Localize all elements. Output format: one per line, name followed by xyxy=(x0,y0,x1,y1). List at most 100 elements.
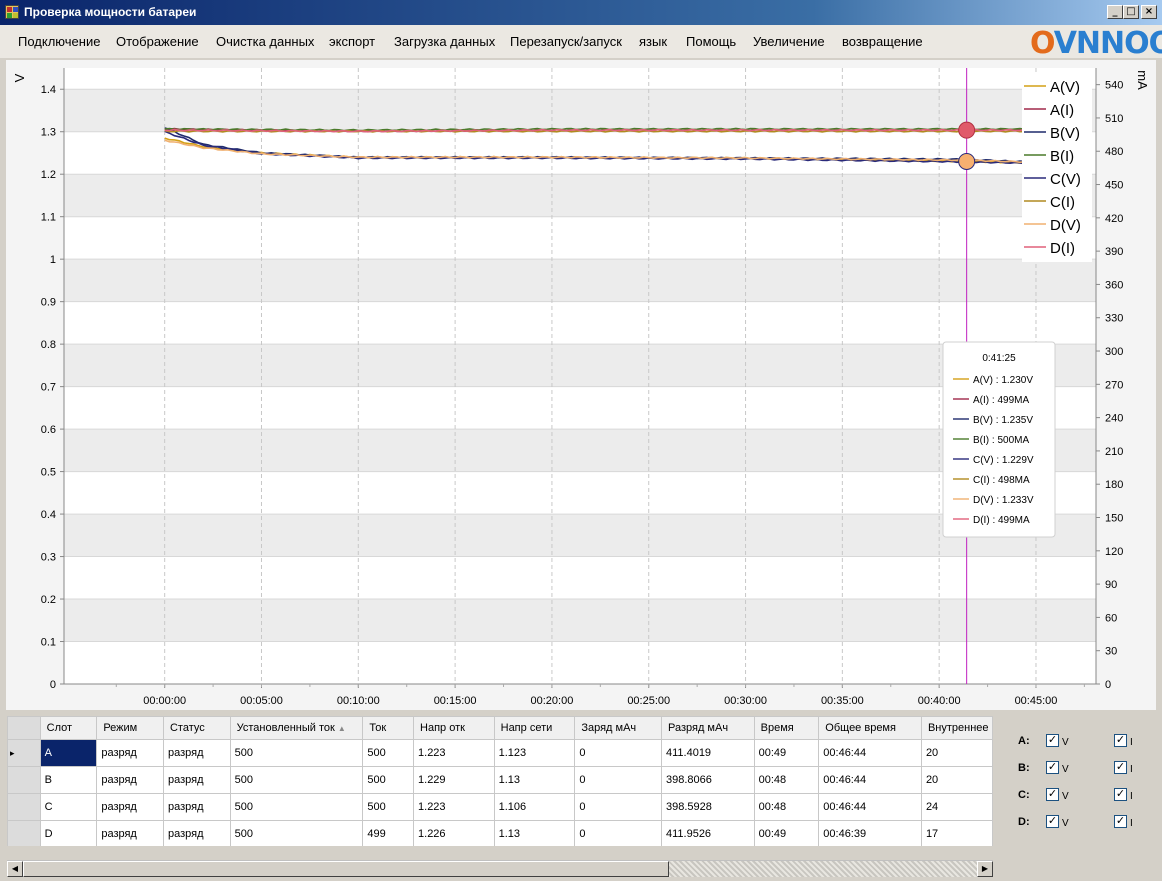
horizontal-scrollbar[interactable]: ◀ ▶ xyxy=(7,860,993,877)
menu-restore[interactable]: возвращение xyxy=(842,34,923,49)
scrollbar-thumb[interactable] xyxy=(23,861,669,877)
table-cell[interactable]: 1.223 xyxy=(413,793,495,821)
column-current[interactable]: Ток xyxy=(362,716,415,740)
menu-load-data[interactable]: Загрузка данных xyxy=(394,34,495,49)
table-cell[interactable]: 00:48 xyxy=(753,793,820,821)
column-load-voltage[interactable]: Напр сети xyxy=(493,716,576,740)
column-mode[interactable]: Режим xyxy=(96,716,164,740)
table-cell[interactable]: 500 xyxy=(362,766,415,794)
table-cell[interactable]: 500 xyxy=(229,739,364,767)
table-cell[interactable]: разряд xyxy=(96,739,164,767)
table-cell[interactable]: A xyxy=(39,739,98,767)
table-cell[interactable]: 500 xyxy=(362,739,415,767)
table-cell[interactable]: 1.13 xyxy=(493,820,576,846)
table-cell[interactable]: разряд xyxy=(162,739,231,767)
table-cell[interactable]: 00:49 xyxy=(753,739,820,767)
table-cell[interactable]: 398.8066 xyxy=(660,766,755,794)
table-row[interactable]: Cразряд разряд 500 500 1.223 1.106 0 398.5928 00… xyxy=(7,793,993,821)
maximize-button[interactable]: □ xyxy=(1123,5,1139,19)
menu-export[interactable]: экспорт xyxy=(329,34,375,49)
menu-clear-data[interactable]: Очистка данных xyxy=(216,34,314,49)
table-cell[interactable]: 17 xyxy=(920,820,993,846)
table-cell[interactable]: 499 xyxy=(362,820,415,846)
table-cell[interactable]: 0 xyxy=(574,766,662,794)
table-cell[interactable]: 1.226 xyxy=(413,820,495,846)
tooltip-row: A(V) : 1.230V xyxy=(973,375,1033,386)
table-cell[interactable]: 00:46:44 xyxy=(818,793,922,821)
table-cell[interactable]: C xyxy=(39,793,98,821)
table-cell[interactable]: разряд xyxy=(162,766,231,794)
table-cell[interactable]: 00:49 xyxy=(753,820,820,846)
table-cell[interactable]: 1.223 xyxy=(413,739,495,767)
table-row[interactable]: Dразряд разряд 500 499 1.226 1.13 0 411.9526 00:… xyxy=(7,820,993,846)
table-cell[interactable]: 1.229 xyxy=(413,766,495,794)
table-cell[interactable]: разряд xyxy=(162,793,231,821)
menu-restart-start[interactable]: Перезапуск/запуск xyxy=(510,34,622,49)
table-cell[interactable]: разряд xyxy=(96,793,164,821)
table-cell[interactable]: 1.106 xyxy=(493,793,576,821)
y-tick-label-right: 360 xyxy=(1105,279,1123,291)
voltage-checkbox[interactable]: ✓ xyxy=(1046,788,1059,801)
voltage-checkbox[interactable]: ✓ xyxy=(1046,734,1059,747)
column-set-current[interactable]: Установленный ток ▲ xyxy=(229,716,364,740)
menu-help[interactable]: Помощь xyxy=(686,34,736,49)
row-header[interactable] xyxy=(7,793,41,821)
scroll-right-icon[interactable]: ▶ xyxy=(977,861,993,877)
table-cell[interactable]: 1.13 xyxy=(493,766,576,794)
table-cell[interactable]: 398.5928 xyxy=(660,793,755,821)
table-cell[interactable]: 20 xyxy=(920,739,993,767)
current-checkbox[interactable]: ✓ xyxy=(1114,761,1127,774)
menu-zoom[interactable]: Увеличение xyxy=(753,34,825,49)
menu-language[interactable]: язык xyxy=(639,34,667,49)
table-cell[interactable]: 500 xyxy=(229,793,364,821)
column-charge-mah[interactable]: Заряд мАч xyxy=(574,716,662,740)
table-cell[interactable]: B xyxy=(39,766,98,794)
column-internal[interactable]: Внутреннее xyxy=(920,716,993,740)
column-status[interactable]: Статус xyxy=(162,716,231,740)
voltage-checkbox[interactable]: ✓ xyxy=(1046,761,1059,774)
table-row[interactable]: ▸ Aразряд разряд 500 500 1.223 1.123 0 411.4019 0… xyxy=(7,739,993,767)
y-tick-label-left: 0.4 xyxy=(41,509,56,521)
column-time[interactable]: Время xyxy=(753,716,820,740)
table-cell[interactable]: 0 xyxy=(574,820,662,846)
table-cell[interactable]: 411.4019 xyxy=(660,739,755,767)
table-cell[interactable]: 0 xyxy=(574,739,662,767)
table-cell[interactable]: 00:46:39 xyxy=(818,820,922,846)
table-cell[interactable]: 0 xyxy=(574,793,662,821)
column-discharge-mah[interactable]: Разряд мАч xyxy=(660,716,755,740)
checkmark-icon: ✓ xyxy=(1047,761,1058,773)
minimize-button[interactable]: _ xyxy=(1107,5,1123,19)
scrollbar-track[interactable] xyxy=(669,861,977,877)
current-checkbox[interactable]: ✓ xyxy=(1114,734,1127,747)
table-cell[interactable]: D xyxy=(39,820,98,846)
column-open-voltage[interactable]: Напр отк xyxy=(413,716,495,740)
current-checkbox[interactable]: ✓ xyxy=(1114,788,1127,801)
table-cell[interactable]: 1.123 xyxy=(493,739,576,767)
scroll-left-icon[interactable]: ◀ xyxy=(7,861,23,877)
row-header[interactable]: ▸ xyxy=(7,739,41,767)
close-button[interactable]: × xyxy=(1141,5,1157,19)
table-cell[interactable]: разряд xyxy=(96,766,164,794)
table-cell[interactable]: 00:48 xyxy=(753,766,820,794)
menu-display[interactable]: Отображение xyxy=(116,34,199,49)
table-cell[interactable]: 00:46:44 xyxy=(818,739,922,767)
current-checkbox-label: I xyxy=(1130,764,1133,775)
row-header[interactable] xyxy=(7,820,41,846)
table-cell[interactable]: 00:46:44 xyxy=(818,766,922,794)
table-cell[interactable]: 500 xyxy=(362,793,415,821)
table-row[interactable]: Bразряд разряд 500 500 1.229 1.13 0 398.8066 00:… xyxy=(7,766,993,794)
current-checkbox[interactable]: ✓ xyxy=(1114,815,1127,828)
table-cell[interactable]: 20 xyxy=(920,766,993,794)
column-total-time[interactable]: Общее время xyxy=(818,716,922,740)
table-cell[interactable]: разряд xyxy=(96,820,164,846)
row-header[interactable] xyxy=(7,766,41,794)
menu-connect[interactable]: Подключение xyxy=(18,34,100,49)
table-cell[interactable]: разряд xyxy=(162,820,231,846)
table-cell[interactable]: 24 xyxy=(920,793,993,821)
column-slot[interactable]: Слот xyxy=(39,716,98,740)
y-tick-label-left: 1.4 xyxy=(41,84,56,96)
voltage-checkbox[interactable]: ✓ xyxy=(1046,815,1059,828)
table-cell[interactable]: 411.9526 xyxy=(660,820,755,846)
table-cell[interactable]: 500 xyxy=(229,766,364,794)
table-cell[interactable]: 500 xyxy=(229,820,364,846)
